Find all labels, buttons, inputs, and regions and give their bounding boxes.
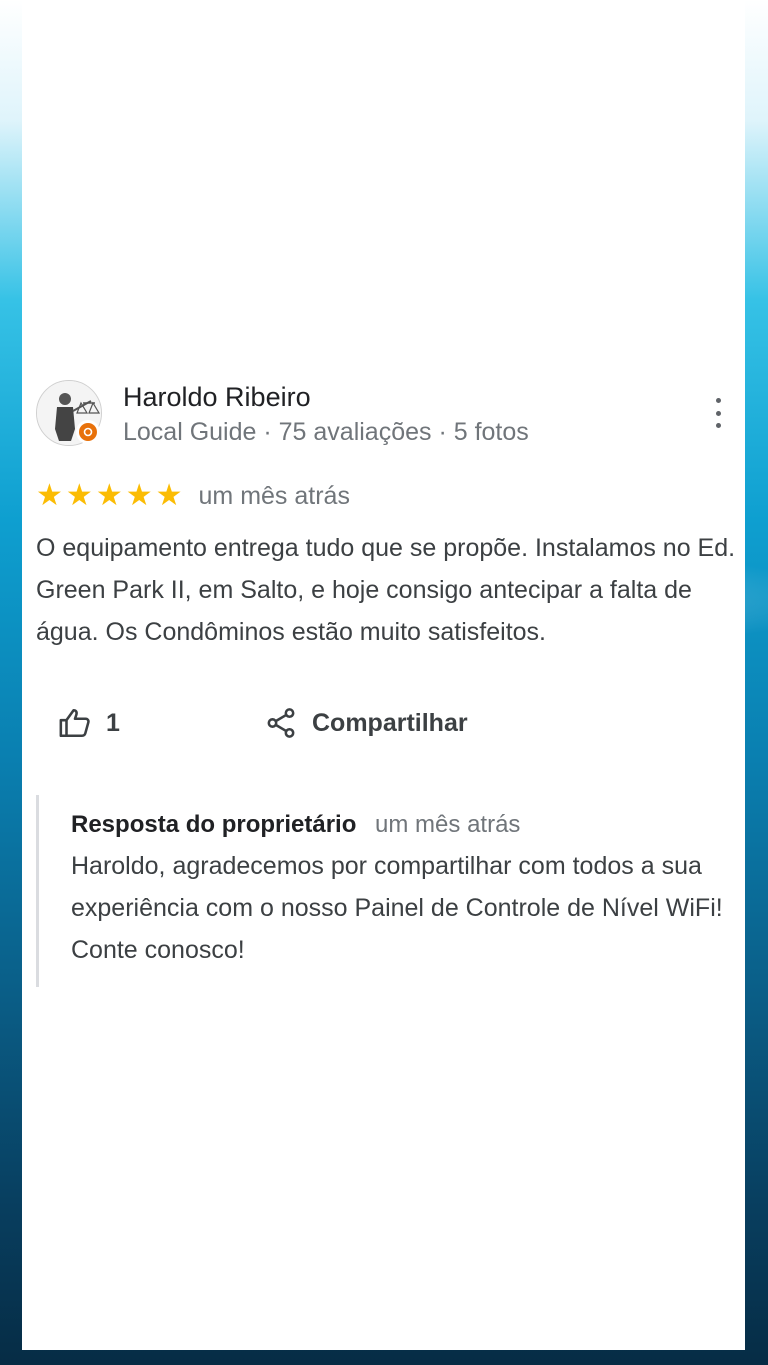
star-icon: ★ [155, 478, 183, 513]
review-actions: 1 Compartilhar [58, 700, 558, 750]
review-time: um mês atrás [198, 481, 350, 510]
share-label: Compartilhar [312, 708, 468, 737]
owner-reply-text: Haroldo, agradecemos por compartilhar co… [71, 852, 723, 964]
owner-reply-title: Resposta do proprietário [71, 811, 357, 838]
thumb-up-icon [59, 708, 90, 738]
star-icon: ★ [125, 478, 153, 513]
review-header: Haroldo Ribeiro Local Guide · 75 avaliaç… [36, 380, 731, 450]
like-count: 1 [106, 708, 120, 737]
share-icon [267, 708, 295, 738]
review-text: O equipamento entrega tudo que se propõe… [36, 534, 736, 646]
star-rating: ★ ★ ★ ★ ★ [36, 481, 183, 511]
more-vert-icon[interactable] [711, 398, 725, 428]
share-button[interactable]: Compartilhar [264, 706, 468, 740]
owner-reply-header: Resposta do proprietário um mês atrás [71, 811, 520, 839]
author-meta: Local Guide · 75 avaliações · 5 fotos [123, 418, 529, 446]
star-icon: ★ [95, 478, 123, 513]
owner-reply-time: um mês atrás [375, 811, 521, 838]
author-name[interactable]: Haroldo Ribeiro [123, 382, 311, 413]
owner-reply: Resposta do proprietário um mês atrás Ha… [36, 795, 739, 987]
review-card: Haroldo Ribeiro Local Guide · 75 avaliaç… [22, 0, 745, 1350]
rating-row: ★ ★ ★ ★ ★ um mês atrás [36, 480, 350, 512]
star-icon: ★ [65, 478, 93, 513]
like-button[interactable]: 1 [58, 706, 120, 740]
star-icon: ★ [36, 478, 63, 513]
local-guide-badge-icon [76, 420, 100, 444]
